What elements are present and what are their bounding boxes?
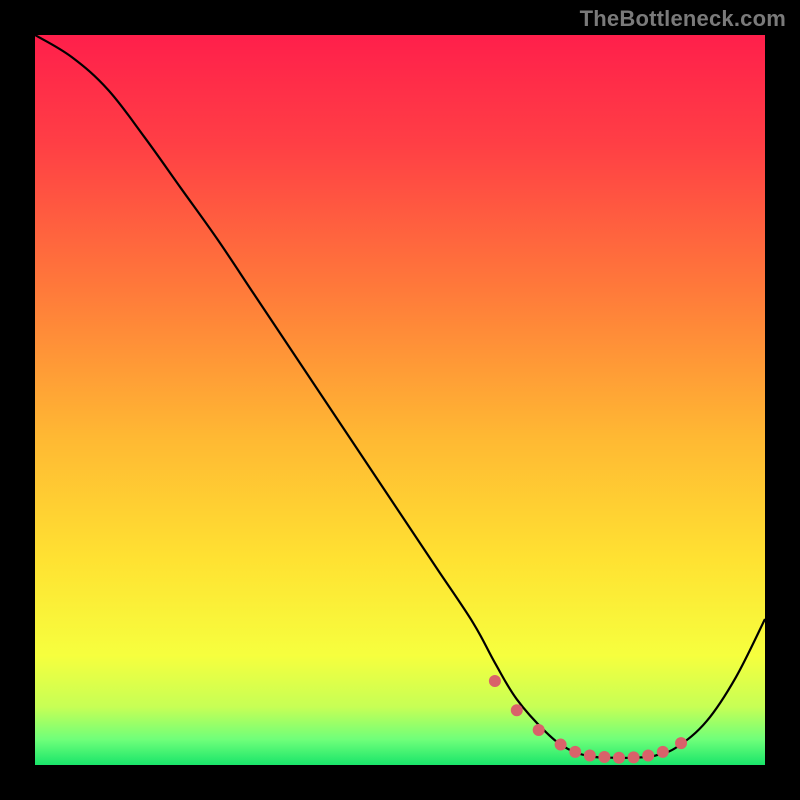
valley-marker bbox=[569, 746, 581, 758]
plot-area bbox=[35, 35, 765, 765]
valley-marker bbox=[533, 724, 545, 736]
bottleneck-chart bbox=[35, 35, 765, 765]
valley-marker bbox=[555, 739, 567, 751]
valley-marker bbox=[511, 704, 523, 716]
valley-marker bbox=[613, 752, 625, 764]
gradient-background bbox=[35, 35, 765, 765]
valley-marker bbox=[628, 751, 640, 763]
valley-marker bbox=[598, 751, 610, 763]
valley-marker bbox=[657, 746, 669, 758]
valley-marker bbox=[584, 750, 596, 762]
attribution-text: TheBottleneck.com bbox=[580, 6, 786, 32]
valley-marker bbox=[675, 737, 687, 749]
valley-marker bbox=[489, 675, 501, 687]
valley-marker bbox=[642, 750, 654, 762]
chart-frame: TheBottleneck.com bbox=[0, 0, 800, 800]
